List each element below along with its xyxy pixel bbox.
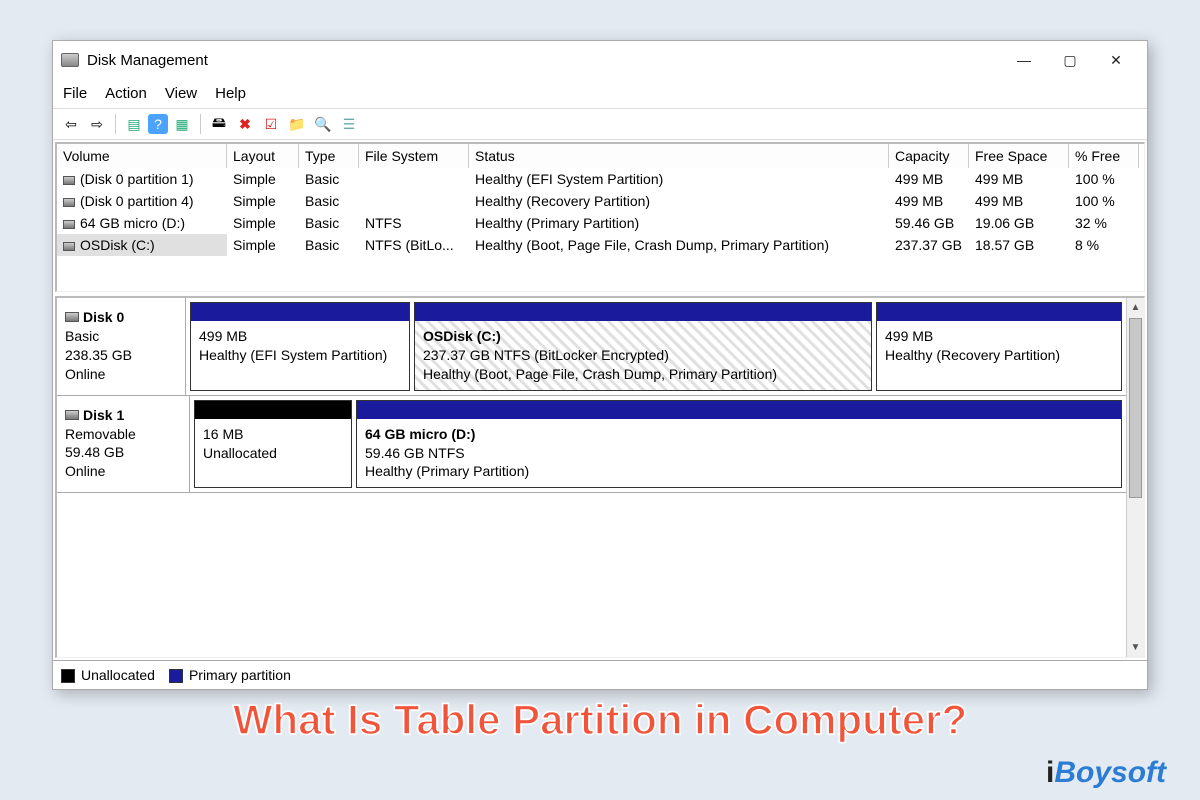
volume-icon: [63, 220, 75, 229]
app-icon: [61, 53, 79, 67]
delete-icon[interactable]: ✖: [233, 113, 257, 135]
volume-row[interactable]: OSDisk (C:)SimpleBasicNTFS (BitLo...Heal…: [57, 234, 1144, 256]
col-free[interactable]: Free Space: [969, 144, 1069, 168]
disk-row: Disk 1Removable59.48 GBOnline16 MBUnallo…: [57, 396, 1126, 494]
volume-row[interactable]: (Disk 0 partition 4)SimpleBasicHealthy (…: [57, 190, 1144, 212]
menu-help[interactable]: Help: [215, 85, 246, 102]
disk-map: Disk 0Basic238.35 GBOnline499 MBHealthy …: [55, 296, 1145, 658]
volume-icon: [63, 242, 75, 251]
scrollbar[interactable]: ▲ ▼: [1126, 298, 1144, 657]
partition-bar: [877, 303, 1121, 321]
brand-logo: iBoysoft: [1046, 756, 1166, 790]
panel-icon[interactable]: ▤: [122, 113, 146, 135]
article-headline: What Is Table Partition in Computer?: [0, 696, 1200, 744]
search-folder-icon[interactable]: 🔍: [311, 113, 335, 135]
scroll-up-icon[interactable]: ▲: [1127, 298, 1144, 316]
partition[interactable]: 64 GB micro (D:)59.46 GB NTFSHealthy (Pr…: [356, 400, 1122, 489]
partition-bar: [415, 303, 871, 321]
col-type[interactable]: Type: [299, 144, 359, 168]
titlebar: Disk Management — ▢ ✕: [53, 41, 1147, 79]
close-button[interactable]: ✕: [1093, 45, 1139, 75]
volume-icon: [63, 198, 75, 207]
col-status[interactable]: Status: [469, 144, 889, 168]
separator: [115, 114, 116, 134]
menu-action[interactable]: Action: [105, 85, 147, 102]
disk-icon[interactable]: 🖴: [207, 113, 231, 135]
help-icon[interactable]: ?: [148, 114, 168, 134]
menubar: File Action View Help: [53, 79, 1147, 108]
swatch-black-icon: [61, 669, 75, 683]
drive-icon: [65, 410, 79, 420]
separator: [200, 114, 201, 134]
volume-row[interactable]: (Disk 0 partition 1)SimpleBasicHealthy (…: [57, 168, 1144, 190]
col-volume[interactable]: Volume: [57, 144, 227, 168]
legend-unallocated: Unallocated: [61, 667, 155, 683]
scroll-down-icon[interactable]: ▼: [1127, 639, 1144, 657]
legend-primary: Primary partition: [169, 667, 291, 683]
col-pct[interactable]: % Free: [1069, 144, 1139, 168]
col-fs[interactable]: File System: [359, 144, 469, 168]
forward-icon[interactable]: ⇨: [85, 113, 109, 135]
disk-label[interactable]: Disk 0Basic238.35 GBOnline: [57, 298, 186, 395]
toolbar: ⇦ ⇨ ▤ ? ▦ 🖴 ✖ ☑ 📁 🔍 ☰: [53, 108, 1147, 140]
maximize-button[interactable]: ▢: [1047, 45, 1093, 75]
volume-icon: [63, 176, 75, 185]
menu-file[interactable]: File: [63, 85, 87, 102]
refresh-icon[interactable]: ▦: [170, 113, 194, 135]
window-controls: — ▢ ✕: [1001, 45, 1139, 75]
disk-management-window: Disk Management — ▢ ✕ File Action View H…: [52, 40, 1148, 690]
scroll-thumb[interactable]: [1129, 318, 1142, 498]
options-icon[interactable]: ☰: [337, 113, 361, 135]
window-title: Disk Management: [87, 52, 208, 69]
properties-icon[interactable]: ☑: [259, 113, 283, 135]
partition-bar: [191, 303, 409, 321]
partition[interactable]: OSDisk (C:)237.37 GB NTFS (BitLocker Enc…: [414, 302, 872, 391]
back-icon[interactable]: ⇦: [59, 113, 83, 135]
col-capacity[interactable]: Capacity: [889, 144, 969, 168]
drive-icon: [65, 312, 79, 322]
column-headers[interactable]: Volume Layout Type File System Status Ca…: [57, 144, 1144, 168]
partition[interactable]: 499 MBHealthy (Recovery Partition): [876, 302, 1122, 391]
partition-bar: [195, 401, 351, 419]
folder-up-icon[interactable]: 📁: [285, 113, 309, 135]
volume-row[interactable]: 64 GB micro (D:)SimpleBasicNTFSHealthy (…: [57, 212, 1144, 234]
menu-view[interactable]: View: [165, 85, 197, 102]
legend: Unallocated Primary partition: [53, 660, 1147, 689]
partition-bar: [357, 401, 1121, 419]
partition[interactable]: 499 MBHealthy (EFI System Partition): [190, 302, 410, 391]
volume-list[interactable]: Volume Layout Type File System Status Ca…: [55, 142, 1145, 292]
disk-row: Disk 0Basic238.35 GBOnline499 MBHealthy …: [57, 298, 1126, 396]
partition[interactable]: 16 MBUnallocated: [194, 400, 352, 489]
minimize-button[interactable]: —: [1001, 45, 1047, 75]
disk-label[interactable]: Disk 1Removable59.48 GBOnline: [57, 396, 190, 493]
swatch-navy-icon: [169, 669, 183, 683]
col-layout[interactable]: Layout: [227, 144, 299, 168]
